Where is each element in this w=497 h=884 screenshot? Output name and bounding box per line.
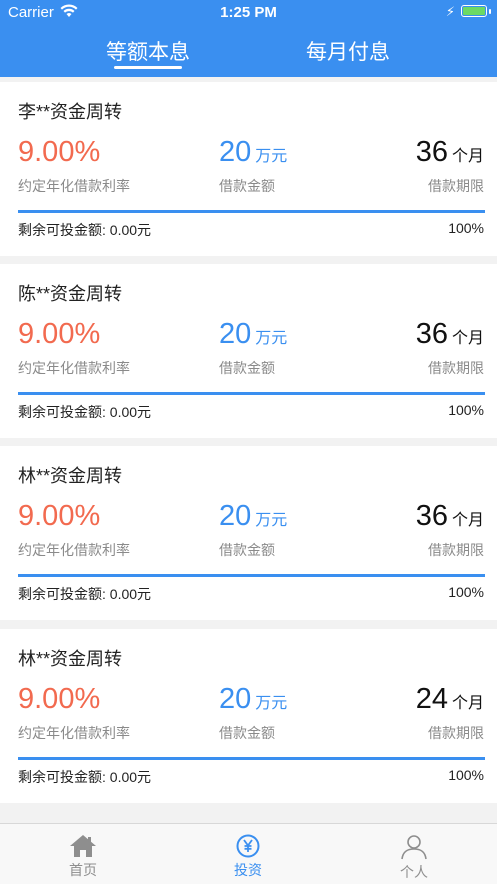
funding-progress-fill — [18, 757, 485, 760]
loan-term-value: 36 — [415, 318, 448, 350]
status-time: 1:25 PM — [220, 4, 277, 21]
loan-amount-value: 20 — [219, 683, 252, 715]
interest-rate: 9.00% — [18, 683, 101, 715]
person-icon — [401, 835, 427, 860]
active-tab-indicator — [114, 66, 182, 69]
loan-amount-value: 20 — [219, 500, 252, 532]
loan-term-value: 24 — [415, 683, 448, 715]
loan-term-unit: 个月 — [451, 148, 484, 165]
battery-icon — [461, 5, 487, 17]
loan-amount-value: 20 — [219, 136, 252, 168]
loan-card[interactable]: 陈**资金周转 9.00% 约定年化借款利率 20 万元借款金额 36 个月借款期限剩余可投… — [0, 264, 497, 438]
loan-amount-value: 20 — [219, 318, 252, 350]
remaining-amount: 剩余可投金额: 0.00元 — [18, 769, 152, 785]
loan-amount: 20 万元 — [219, 318, 287, 351]
loan-amount-label: 借款金额 — [219, 178, 275, 194]
tab-home-label: 首页 — [69, 862, 97, 878]
loan-term-label: 借款期限 — [428, 178, 484, 194]
loan-term-unit: 个月 — [451, 512, 484, 529]
loan-amount-unit: 万元 — [255, 148, 288, 165]
interest-rate-label: 约定年化借款利率 — [18, 178, 130, 194]
funding-progress-bar — [18, 392, 485, 395]
loan-amount-label: 借款金额 — [219, 360, 275, 376]
battery-tip — [489, 9, 491, 14]
loan-title: 林**资金周转 — [18, 649, 123, 669]
loan-amount-unit: 万元 — [255, 695, 288, 712]
tab-invest-label: 投资 — [234, 862, 262, 878]
interest-rate: 9.00% — [18, 136, 101, 168]
tab-me-label: 个人 — [400, 864, 428, 880]
loan-amount-unit: 万元 — [255, 330, 288, 347]
funding-percent: 100% — [448, 402, 484, 418]
loan-title: 陈**资金周转 — [18, 284, 123, 304]
funding-progress-fill — [18, 210, 485, 213]
loan-amount: 20 万元 — [219, 683, 287, 716]
loan-term: 36 个月 — [416, 318, 484, 351]
funding-progress-fill — [18, 392, 485, 395]
loan-term: 36 个月 — [416, 136, 484, 169]
loan-amount-label: 借款金额 — [219, 542, 275, 558]
loan-term-value: 36 — [415, 500, 448, 532]
funding-progress-bar — [18, 210, 485, 213]
loan-amount-label: 借款金额 — [219, 725, 275, 741]
tab-bar-top: 等额本息 每月付息 — [0, 36, 497, 76]
loan-amount: 20 万元 — [219, 500, 287, 533]
funding-progress-bar — [18, 757, 485, 760]
remaining-amount: 剩余可投金额: 0.00元 — [18, 404, 152, 420]
loan-card[interactable]: 李**资金周转 9.00% 约定年化借款利率 20 万元借款金额 36 个月借款期限剩余可投… — [0, 82, 497, 256]
loan-term-unit: 个月 — [451, 695, 484, 712]
loan-term-unit: 个月 — [451, 330, 484, 347]
loan-term-value: 36 — [415, 136, 448, 168]
bottom-tab-bar: 首页 投资 个人 — [0, 823, 497, 884]
funding-progress-fill — [18, 574, 485, 577]
interest-rate: 9.00% — [18, 500, 101, 532]
tab-equal-installment[interactable]: 等额本息 — [68, 36, 228, 66]
interest-rate: 9.00% — [18, 318, 101, 350]
funding-percent: 100% — [448, 584, 484, 600]
remaining-amount: 剩余可投金额: 0.00元 — [18, 222, 152, 238]
loan-term: 36 个月 — [416, 500, 484, 533]
loan-card[interactable]: 林**资金周转 9.00% 约定年化借款利率 20 万元借款金额 24 个月借款期限剩余可投… — [0, 629, 497, 803]
tab-invest[interactable]: 投资 — [188, 824, 308, 884]
funding-percent: 100% — [448, 220, 484, 236]
loan-term-label: 借款期限 — [428, 542, 484, 558]
loan-amount: 20 万元 — [219, 136, 287, 169]
interest-rate-label: 约定年化借款利率 — [18, 360, 130, 376]
funding-percent: 100% — [448, 767, 484, 783]
yen-icon — [236, 834, 260, 858]
loan-title: 李**资金周转 — [18, 102, 123, 122]
tab-me[interactable]: 个人 — [354, 824, 474, 884]
remaining-amount: 剩余可投金额: 0.00元 — [18, 586, 152, 602]
header: Carrier 1:25 PM ⚡ 等额本息 每月付息 — [0, 0, 497, 77]
loan-term-label: 借款期限 — [428, 360, 484, 376]
interest-rate-label: 约定年化借款利率 — [18, 725, 130, 741]
loan-term: 24 个月 — [416, 683, 484, 716]
loan-amount-unit: 万元 — [255, 512, 288, 529]
charging-icon: ⚡ — [445, 4, 455, 19]
loan-term-label: 借款期限 — [428, 725, 484, 741]
status-bar: Carrier 1:25 PM ⚡ — [0, 0, 497, 26]
loan-title: 林**资金周转 — [18, 466, 123, 486]
tab-monthly-interest[interactable]: 每月付息 — [268, 36, 428, 66]
interest-rate-label: 约定年化借款利率 — [18, 542, 130, 558]
funding-progress-bar — [18, 574, 485, 577]
loan-card[interactable]: 林**资金周转 9.00% 约定年化借款利率 20 万元借款金额 36 个月借款期限剩余可投… — [0, 446, 497, 620]
tab-home[interactable]: 首页 — [23, 824, 143, 884]
home-icon — [70, 835, 96, 857]
